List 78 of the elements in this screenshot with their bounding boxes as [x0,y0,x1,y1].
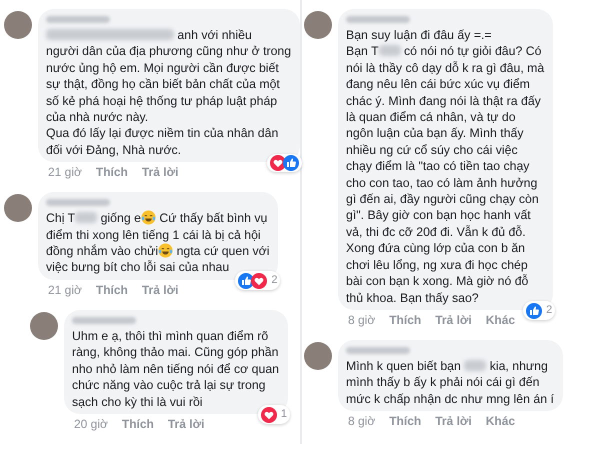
comment-line: Uhm e ạ, thôi thì mình quan điểm rõ [72,328,270,344]
avatar [30,312,58,340]
comment-line: chức năng vào cuộc trả lại sự trong [72,377,267,394]
avatar [4,194,32,222]
comment-line: sự thật, đồng họ cần biết bản chất của một [46,76,281,93]
blurred-name [464,360,486,371]
comment-line: nho nhỏ làm nên tiếng nói để cơ quan [72,360,280,378]
reactions-badge[interactable]: 1 [258,405,290,424]
comment-line: Chị T giống e Cứ thấy bất bình vụ [46,210,268,227]
action-link[interactable]: Thích [96,282,128,298]
reaction-count: 2 [271,273,278,288]
action-link[interactable]: Thích [389,312,422,328]
comment-line: nói là thầy cô dạy dỗ k ra gì đâu, mà [346,60,544,76]
timestamp: 8 giờ [348,312,376,328]
like-icon [526,302,542,319]
comment-line: chạy điểm là "tao có tiền tao chạy [346,158,530,175]
action-link[interactable]: Thích [96,165,128,180]
comment-line: nước ủng hộ em. Mọi người cần được biết [46,60,280,76]
laughing-face-icon [140,210,156,226]
comment-line: người dân của địa phương cũng như ở trong [46,43,292,60]
timestamp: 21 giờ [48,165,82,180]
laughing-face-icon [158,243,174,258]
comment-line: Qua đó lấy lại được niềm tin của nhân dân [46,125,280,142]
reaction-count: 2 [546,303,552,318]
action-link[interactable]: Khác [486,414,516,430]
comment-line: của nhà nước này. [46,109,150,126]
comment-line: mức k chấp nhận dc như mng lên án í [346,390,554,408]
like-icon [283,155,300,172]
comment-line: điểm thi xong lên tiếng 1 cái là bị cả hội [46,226,262,244]
comment-line: Mình k quen biết bạn kia, nhưng [346,358,549,374]
blurred-author-name [46,16,110,23]
comment-line: chác ý. Mình đang nói là thật ra đấy [346,92,542,110]
timestamp: 8 giờ [348,414,376,430]
action-link[interactable]: Trả lời [435,414,472,430]
action-link[interactable]: Trả lời [435,312,472,328]
comment-line: đối với Đảng, Nhà nước. [46,142,182,158]
reaction-count: 1 [280,407,288,422]
blurred-name [378,45,401,56]
comment-line: ngôn luận của bạn ấy. Mình thấy [346,125,525,142]
comment-line: gì đến ai, đầy người cũng chạy còn [346,191,540,208]
comment-line: gì". Bây giờ con bạn học hanh vất [346,207,532,224]
comment-line: Bạn suy luận đi đâu ấy =.= [346,27,493,44]
action-link[interactable]: Khác [486,312,516,328]
action-link[interactable]: Trả lời [142,282,178,298]
blurred-author-name [346,16,410,23]
blurred-name [75,212,98,224]
reactions-badge[interactable]: 2 [235,271,280,290]
comment-line: mình thấy b ấy k phải nói cái gì đến [346,374,540,391]
blurred-author-name [72,316,136,324]
comment-line: cho con tao, tao có làm ảnh hưởng [346,174,538,192]
comment-line: là quan điểm cá nhân, và tự do [346,109,517,126]
blurred-author-name [46,199,110,206]
avatar [304,11,332,39]
comment-line: việc bưng bít cho lỗi sai của nhau [46,259,230,276]
comment-line: đang nêu lên cái bức xúc vụ điểm [346,76,531,93]
comment-line: chơi lêu lổng, ng xưa đi học chép [346,256,529,274]
reactions-badge[interactable]: 2 [523,301,556,320]
action-link[interactable]: Thích [389,414,422,430]
comment-line: vả, thi đc cỡ 20đ đi. Vẫn k đủ đỗ. [346,224,527,240]
comment-line: thủ khoa. Bạn thấy sao? [346,290,480,306]
action-link[interactable]: Thích [122,416,154,432]
comment-line: anh với nhiều [46,27,292,44]
comment-line: bài con bạn k xong. Mà giờ nó đỗ [346,273,530,290]
blurred-author-name [346,346,410,354]
avatar [304,342,332,370]
comment-line: sạch cho kỳ thi là vui rồi [72,394,204,410]
reactions-badge[interactable] [267,154,302,172]
comment-line: nhiều ng cứ cổ súy cho cái việc [346,142,519,158]
comment-line: đồng nhắm vào chửi ngta cứ quen với [46,243,270,260]
action-link[interactable]: Trả lời [168,416,204,432]
timestamp: 20 giờ [74,416,108,432]
comment-line: Bạn T có nói nó tự giỏi đâu? Có [346,43,542,60]
comment-line: ràng, không thảo mai. Cũng góp phần [72,344,280,361]
timestamp: 21 giờ [48,282,82,298]
comment-line: Xong đứa cùng lớp của con b ăn [346,240,526,257]
comment-line: số kẻ phá hoại hệ thống tư pháp luật pháp [46,92,278,110]
action-link[interactable]: Trả lời [142,165,178,180]
avatar [4,11,32,39]
